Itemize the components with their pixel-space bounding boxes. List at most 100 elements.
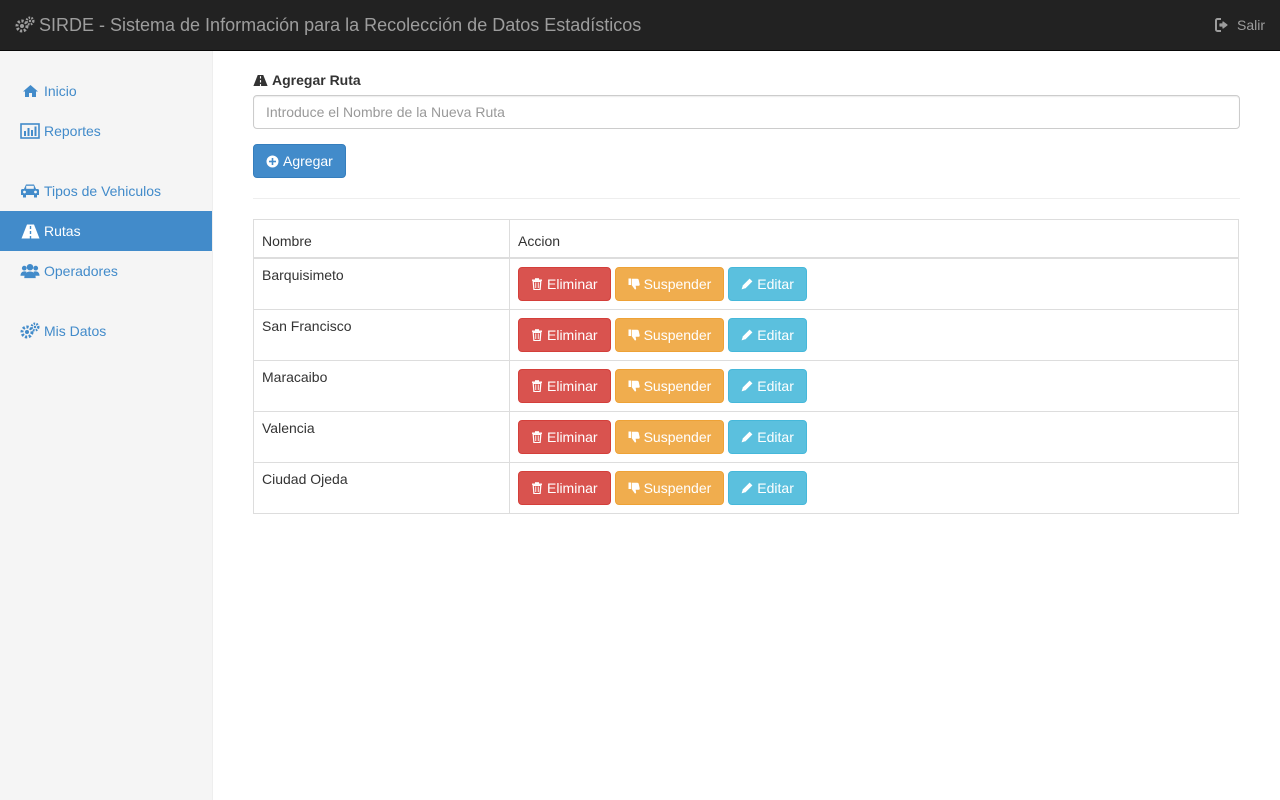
brand-title: SIRDE - Sistema de Información para la R… <box>39 14 642 35</box>
edit-label: Editar <box>757 377 794 394</box>
route-name: Ciudad Ojeda <box>262 470 348 487</box>
sidebar-item-tipos-vehiculos[interactable]: Tipos de Vehiculos <box>0 171 212 211</box>
gears-icon <box>20 322 40 339</box>
table-header-row: Nombre Accion <box>253 219 1239 259</box>
table-row: Ciudad Ojeda Eliminar Suspender Editar <box>253 461 1239 514</box>
edit-button[interactable]: Editar <box>728 317 807 352</box>
pencil-icon <box>741 482 753 493</box>
sidebar-item-label: Mis Datos <box>44 323 107 339</box>
route-name-cell: San Francisco <box>253 308 510 361</box>
suspend-button[interactable]: Suspender <box>614 317 725 352</box>
plus-circle-icon <box>266 155 279 167</box>
route-actions-cell: Eliminar Suspender Editar <box>509 461 1239 514</box>
trash-icon <box>532 379 542 392</box>
pencil-icon <box>741 329 753 340</box>
delete-label: Eliminar <box>547 275 598 292</box>
edit-label: Editar <box>757 326 794 343</box>
home-icon <box>20 83 40 99</box>
route-name: Barquisimeto <box>262 266 344 283</box>
pencil-icon <box>741 278 753 289</box>
route-actions-cell: Eliminar Suspender Editar <box>509 308 1239 361</box>
header-nombre: Nombre <box>253 219 510 259</box>
route-name: Valencia <box>262 419 315 436</box>
suspend-button[interactable]: Suspender <box>614 470 725 505</box>
thumbs-down-icon <box>628 431 640 442</box>
table-row: San Francisco Eliminar Suspender Editar <box>253 308 1239 361</box>
delete-label: Eliminar <box>547 479 598 496</box>
delete-button[interactable]: Eliminar <box>518 266 611 301</box>
route-name: San Francisco <box>262 317 352 334</box>
pencil-icon <box>741 431 753 442</box>
suspend-label: Suspender <box>643 275 712 292</box>
sidebar-item-inicio[interactable]: Inicio <box>0 71 212 111</box>
edit-label: Editar <box>757 428 794 445</box>
header-accion: Accion <box>509 219 1239 259</box>
thumbs-down-icon <box>628 329 640 340</box>
divider <box>253 198 1240 199</box>
suspend-label: Suspender <box>643 428 712 445</box>
table-row: Valencia Eliminar Suspender Editar <box>253 410 1239 463</box>
sidebar-item-label: Reportes <box>44 123 101 139</box>
route-name-cell: Maracaibo <box>253 359 510 412</box>
edit-label: Editar <box>757 275 794 292</box>
edit-label: Editar <box>757 479 794 496</box>
gears-icon <box>15 16 35 33</box>
add-route-title: Agregar Ruta <box>253 72 361 88</box>
sidebar-item-label: Tipos de Vehiculos <box>44 183 161 199</box>
sidebar-item-reportes[interactable]: Reportes <box>0 111 212 151</box>
suspend-label: Suspender <box>643 326 712 343</box>
sidebar-item-label: Inicio <box>44 83 77 99</box>
logout-label: Salir <box>1236 17 1265 33</box>
sign-out-icon <box>1214 18 1228 32</box>
route-name: Maracaibo <box>262 368 328 385</box>
sidebar: Inicio Reportes Tipos de Vehiculos Rutas… <box>0 51 213 800</box>
sidebar-item-rutas[interactable]: Rutas <box>0 211 212 251</box>
delete-button[interactable]: Eliminar <box>518 419 611 454</box>
bar-chart-icon <box>20 123 40 139</box>
suspend-label: Suspender <box>643 377 712 394</box>
route-name-cell: Ciudad Ojeda <box>253 461 510 514</box>
app-brand[interactable]: SIRDE - Sistema de Información para la R… <box>15 0 641 50</box>
suspend-label: Suspender <box>643 479 712 496</box>
add-route-label: Agregar <box>283 153 333 169</box>
delete-label: Eliminar <box>547 428 598 445</box>
road-icon <box>253 74 268 86</box>
trash-icon <box>532 277 542 290</box>
suspend-button[interactable]: Suspender <box>614 266 725 301</box>
suspend-button[interactable]: Suspender <box>614 368 725 403</box>
thumbs-down-icon <box>628 278 640 289</box>
delete-button[interactable]: Eliminar <box>518 470 611 505</box>
road-icon <box>20 223 40 239</box>
edit-button[interactable]: Editar <box>728 266 807 301</box>
route-actions-cell: Eliminar Suspender Editar <box>509 410 1239 463</box>
table-row: Barquisimeto Eliminar Suspender Editar <box>253 257 1239 310</box>
route-name-input[interactable] <box>253 95 1240 129</box>
logout-link[interactable]: Salir <box>1214 0 1265 50</box>
edit-button[interactable]: Editar <box>728 470 807 505</box>
route-name-cell: Barquisimeto <box>253 257 510 310</box>
delete-button[interactable]: Eliminar <box>518 368 611 403</box>
trash-icon <box>532 481 542 494</box>
add-route-button[interactable]: Agregar <box>253 144 346 178</box>
route-actions-cell: Eliminar Suspender Editar <box>509 359 1239 412</box>
sidebar-item-label: Operadores <box>44 263 118 279</box>
sidebar-item-mis-datos[interactable]: Mis Datos <box>0 311 212 351</box>
add-route-title-text: Agregar Ruta <box>272 72 361 88</box>
pencil-icon <box>741 380 753 391</box>
thumbs-down-icon <box>628 380 640 391</box>
delete-button[interactable]: Eliminar <box>518 317 611 352</box>
edit-button[interactable]: Editar <box>728 368 807 403</box>
delete-label: Eliminar <box>547 377 598 394</box>
car-icon <box>20 183 40 199</box>
routes-table: Nombre Accion Barquisimeto Eliminar Susp… <box>253 219 1239 514</box>
suspend-button[interactable]: Suspender <box>614 419 725 454</box>
users-icon <box>20 263 40 279</box>
sidebar-item-label: Rutas <box>44 223 81 239</box>
top-navbar: SIRDE - Sistema de Información para la R… <box>0 0 1280 51</box>
trash-icon <box>532 328 542 341</box>
route-actions-cell: Eliminar Suspender Editar <box>509 257 1239 310</box>
thumbs-down-icon <box>628 482 640 493</box>
edit-button[interactable]: Editar <box>728 419 807 454</box>
sidebar-item-operadores[interactable]: Operadores <box>0 251 212 291</box>
route-name-cell: Valencia <box>253 410 510 463</box>
